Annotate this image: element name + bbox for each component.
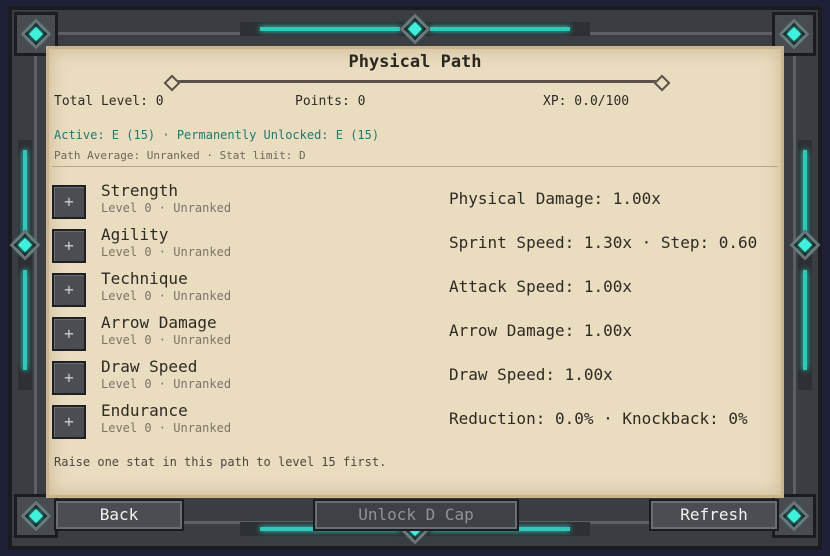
- increase-agility-button[interactable]: +: [52, 229, 86, 263]
- stat-effect: Sprint Speed: 1.30x · Step: 0.60: [449, 233, 758, 252]
- stat-row-strength: + Strength Level 0 · Unranked Physical D…: [52, 181, 772, 225]
- stat-name: Technique: [101, 269, 188, 288]
- stat-name: Endurance: [101, 401, 188, 420]
- header-divider: [52, 166, 778, 167]
- right-rail: [798, 140, 812, 390]
- stat-effect: Arrow Damage: 1.00x: [449, 321, 633, 340]
- stat-name: Agility: [101, 225, 169, 244]
- stat-level: Level 0 · Unranked: [101, 245, 232, 259]
- increase-technique-button[interactable]: +: [52, 273, 86, 307]
- stat-row-technique: + Technique Level 0 · Unranked Attack Sp…: [52, 269, 772, 313]
- active-rank-line: Active: E (15) · Permanently Unlocked: E…: [54, 128, 380, 142]
- stat-name: Arrow Damage: [101, 313, 217, 332]
- stat-name: Draw Speed: [101, 357, 198, 376]
- left-rail: [18, 140, 32, 390]
- title-divider: [172, 80, 662, 83]
- stat-level: Level 0 · Unranked: [101, 377, 232, 391]
- stat-name: Strength: [101, 181, 179, 200]
- refresh-button[interactable]: Refresh: [649, 499, 779, 531]
- stat-effect: Draw Speed: 1.00x: [449, 365, 613, 384]
- stat-row-draw-speed: + Draw Speed Level 0 · Unranked Draw Spe…: [52, 357, 772, 401]
- xp: XP: 0.0/100: [543, 94, 630, 109]
- increase-strength-button[interactable]: +: [52, 185, 86, 219]
- stat-effect: Reduction: 0.0% · Knockback: 0%: [449, 409, 748, 428]
- increase-endurance-button[interactable]: +: [52, 405, 86, 439]
- stat-row-arrow-damage: + Arrow Damage Level 0 · Unranked Arrow …: [52, 313, 772, 357]
- total-level: Total Level: 0: [54, 94, 164, 109]
- increase-arrow-damage-button[interactable]: +: [52, 317, 86, 351]
- path-average-line: Path Average: Unranked · Stat limit: D: [54, 149, 306, 162]
- stat-effect: Attack Speed: 1.00x: [449, 277, 633, 296]
- stat-effect: Physical Damage: 1.00x: [449, 189, 661, 208]
- points: Points: 0: [295, 94, 366, 109]
- stat-level: Level 0 · Unranked: [101, 421, 232, 435]
- stat-level: Level 0 · Unranked: [101, 333, 232, 347]
- stat-level: Level 0 · Unranked: [101, 289, 232, 303]
- unlock-cap-button[interactable]: Unlock D Cap: [313, 499, 519, 531]
- stat-row-endurance: + Endurance Level 0 · Unranked Reduction…: [52, 401, 772, 445]
- hint-text: Raise one stat in this path to level 15 …: [54, 455, 387, 469]
- increase-draw-speed-button[interactable]: +: [52, 361, 86, 395]
- stat-level: Level 0 · Unranked: [101, 201, 232, 215]
- back-button[interactable]: Back: [54, 499, 184, 531]
- page-title: Physical Path: [348, 52, 482, 72]
- stat-row-agility: + Agility Level 0 · Unranked Sprint Spee…: [52, 225, 772, 269]
